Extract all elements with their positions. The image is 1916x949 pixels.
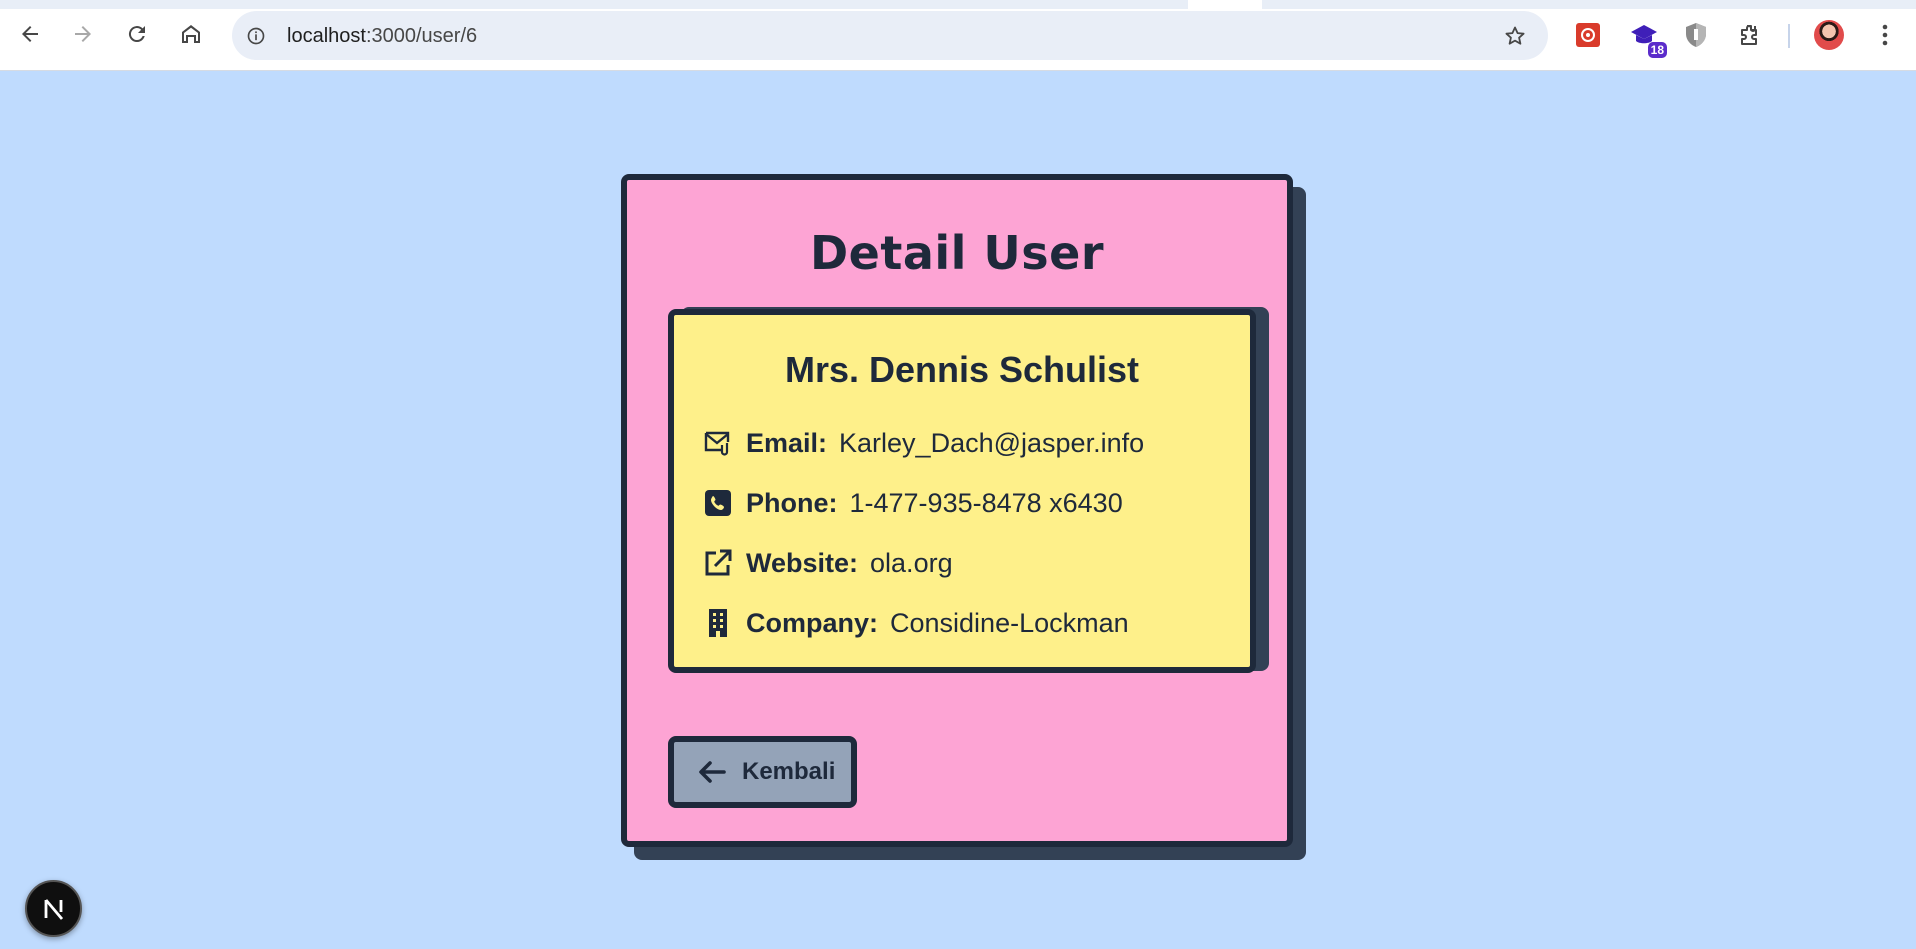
extension-graduation-cap-icon[interactable]: 18: [1627, 18, 1667, 58]
reload-button[interactable]: [119, 16, 155, 52]
home-icon: [182, 25, 200, 43]
website-label: Website:: [746, 547, 859, 578]
home-button[interactable]: [173, 16, 209, 52]
menu-kebab-icon[interactable]: [1868, 18, 1902, 52]
company-value: Considine-Lockman: [890, 607, 1129, 638]
phone-icon: [702, 487, 734, 519]
address-bar[interactable]: localhost:3000/user/6: [232, 11, 1548, 60]
user-info-panel: Mrs. Dennis Schulist Email: Karley_Dach@…: [668, 309, 1256, 673]
arrow-left-icon: [696, 756, 728, 788]
extension-badge: 18: [1647, 42, 1667, 58]
nextjs-devtools-button[interactable]: [25, 880, 82, 937]
external-link-icon: [702, 547, 734, 579]
site-info-icon[interactable]: [243, 23, 268, 48]
user-detail-card: Detail User Mrs. Dennis Schulist Email: …: [621, 174, 1293, 847]
arrow-left-icon: [22, 26, 38, 42]
back-button-label: Kembali: [742, 758, 836, 785]
active-tab[interactable]: [1188, 0, 1262, 9]
page-title: Detail User: [809, 226, 1105, 280]
building-icon: [702, 607, 734, 639]
profile-avatar[interactable]: [1814, 20, 1844, 50]
website-value: ola.org: [870, 547, 953, 578]
extension-shield-icon[interactable]: [1679, 18, 1713, 52]
company-label: Company:: [746, 607, 879, 638]
arrow-right-icon: [75, 26, 91, 42]
email-label: Email:: [746, 427, 828, 458]
email-row: Email: Karley_Dach@jasper.info: [702, 427, 1144, 459]
email-value: Karley_Dach@jasper.info: [839, 427, 1145, 458]
phone-row: Phone: 1-477-935-8478 x6430: [702, 487, 1123, 519]
url-host: localhost: [287, 25, 366, 47]
mail-icon: [702, 427, 734, 459]
extension-red-icon[interactable]: [1571, 18, 1605, 52]
toolbar-divider: [1788, 24, 1790, 48]
back-button[interactable]: Kembali: [668, 736, 857, 808]
bookmark-star-icon[interactable]: [1502, 23, 1528, 49]
url-path: :3000/user/6: [365, 25, 478, 47]
phone-value: 1-477-935-8478 x6430: [849, 487, 1123, 518]
company-row: Company: Considine-Lockman: [702, 607, 1129, 639]
user-name: Mrs. Dennis Schulist: [784, 349, 1140, 390]
back-nav-button[interactable]: [12, 16, 48, 52]
extensions-puzzle-icon[interactable]: [1733, 18, 1767, 52]
nextjs-logo-icon: [44, 898, 63, 920]
website-row: Website: ola.org: [702, 547, 953, 579]
forward-nav-button[interactable]: [65, 16, 101, 52]
url-text[interactable]: localhost:3000/user/6: [287, 25, 477, 48]
phone-label: Phone:: [746, 487, 838, 518]
browser-toolbar: localhost:3000/user/6 18: [0, 0, 1916, 71]
reload-icon: [128, 26, 145, 43]
tab-strip: [0, 0, 1916, 9]
